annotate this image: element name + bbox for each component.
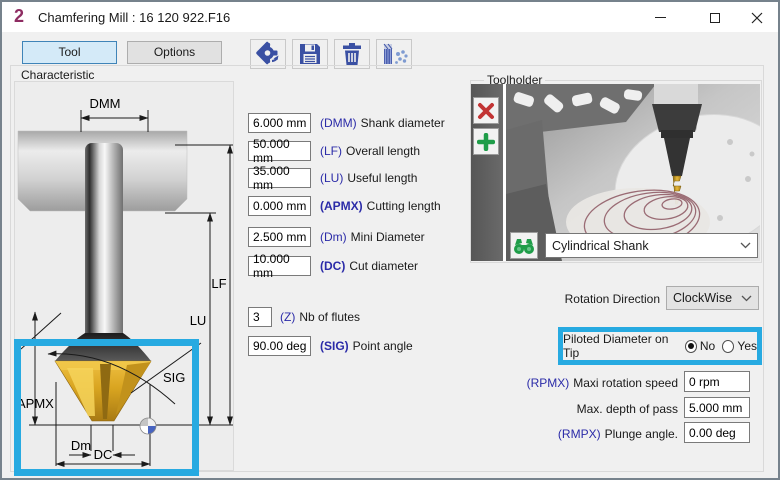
overall-length-label: (LF)Overall length <box>320 141 420 161</box>
maxi-rotation-speed-label: (RPMX)Maxi rotation speed <box>432 376 678 390</box>
diagram-highlight-box <box>14 339 199 476</box>
tool-simulation-icon <box>379 41 409 67</box>
titlebar: 2 Chamfering Mill : 16 120 922.F16 <box>2 2 778 32</box>
piloted-diameter-highlight-box: Piloted Diameter on Tip No Yes <box>558 327 762 365</box>
cutting-length-input[interactable]: 0.000 mm <box>248 196 311 216</box>
cutting-length-label: (APMX)Cutting length <box>320 196 441 216</box>
flutes-label: (Z)Nb of flutes <box>280 307 360 327</box>
useful-length-label: (LU)Useful length <box>320 168 417 188</box>
shank-type-dropdown[interactable]: Cylindrical Shank <box>545 233 758 258</box>
maximize-icon[interactable] <box>700 7 730 28</box>
gear-refresh-icon <box>254 41 282 67</box>
overall-length-input[interactable]: 50.000 mm <box>248 141 311 161</box>
cut-diameter-label: (DC)Cut diameter <box>320 256 418 276</box>
flutes-code: (Z) <box>280 310 295 324</box>
shank-diameter-input[interactable]: 6.000 mm <box>248 113 311 133</box>
app-logo: 2 <box>14 6 24 27</box>
shank-type-value: Cylindrical Shank <box>552 239 740 253</box>
piloted-no-radio[interactable] <box>685 340 697 353</box>
binoculars-icon <box>513 237 535 255</box>
shank-diameter-label: (DMM)Shank diameter <box>320 113 445 133</box>
save-icon <box>297 41 323 67</box>
cutting-length-code: (APMX) <box>320 199 363 213</box>
max-depth-pass-label: Max. depth of pass <box>432 402 678 416</box>
cut-diameter-code: (DC) <box>320 259 345 273</box>
red-x-icon <box>477 102 495 120</box>
overall-length-code: (LF) <box>320 144 342 158</box>
point-angle-code: (SIG) <box>320 339 349 353</box>
window-title: Chamfering Mill : 16 120 922.F16 <box>38 10 230 25</box>
tab-options[interactable]: Options <box>127 41 222 64</box>
maxi-rotation-speed-code: (RPMX) <box>527 376 570 390</box>
tab-tool[interactable]: Tool <box>22 41 117 64</box>
piloted-yes-label[interactable]: Yes <box>737 339 757 353</box>
toolholder-add-button[interactable] <box>473 128 499 155</box>
minimize-icon[interactable] <box>645 7 675 28</box>
diagram-label-lf: LF <box>211 276 226 291</box>
close-icon[interactable] <box>742 7 772 28</box>
useful-length-input[interactable]: 35.000 mm <box>248 168 311 188</box>
diagram-label-dmm: DMM <box>89 96 120 111</box>
plunge-angle-code: (RMPX) <box>558 427 601 441</box>
piloted-no-label[interactable]: No <box>700 339 715 353</box>
piloted-diameter-label: Piloted Diameter on Tip <box>563 332 679 360</box>
useful-length-code: (LU) <box>320 171 343 185</box>
trash-icon <box>339 41 365 67</box>
toolholder-remove-button[interactable] <box>473 97 499 124</box>
flutes-input[interactable]: 3 <box>248 307 272 327</box>
plunge-angle-label: (RMPX)Plunge angle. <box>432 427 678 441</box>
shank-diameter-code: (DMM) <box>320 116 357 130</box>
chevron-down-icon <box>741 295 752 302</box>
rotation-direction-value: ClockWise <box>673 291 741 305</box>
characteristic-group-label: Characteristic <box>18 68 97 82</box>
dialog-window: 2 Chamfering Mill : 16 120 922.F16 Tool … <box>0 0 780 480</box>
cut-diameter-input[interactable]: 10.000 mm <box>248 256 311 276</box>
mini-diameter-input[interactable]: 2.500 mm <box>248 227 311 247</box>
piloted-yes-radio[interactable] <box>722 340 734 353</box>
rotation-direction-dropdown[interactable]: ClockWise <box>666 286 759 310</box>
rotation-direction-label: Rotation Direction <box>482 292 660 306</box>
green-plus-icon <box>477 133 495 151</box>
point-angle-input[interactable]: 90.00 deg <box>248 336 311 356</box>
maxi-rotation-speed-input[interactable]: 0 rpm <box>684 371 750 392</box>
toolholder-search-button[interactable] <box>510 232 538 259</box>
mini-diameter-code: (Dm) <box>320 230 347 244</box>
point-angle-label: (SIG)Point angle <box>320 336 413 356</box>
max-depth-pass-input[interactable]: 5.000 mm <box>684 397 750 418</box>
diagram-label-lu: LU <box>190 313 207 328</box>
chevron-down-icon <box>740 242 751 249</box>
mini-diameter-label: (Dm)Mini Diameter <box>320 227 425 247</box>
plunge-angle-input[interactable]: 0.00 deg <box>684 422 750 443</box>
